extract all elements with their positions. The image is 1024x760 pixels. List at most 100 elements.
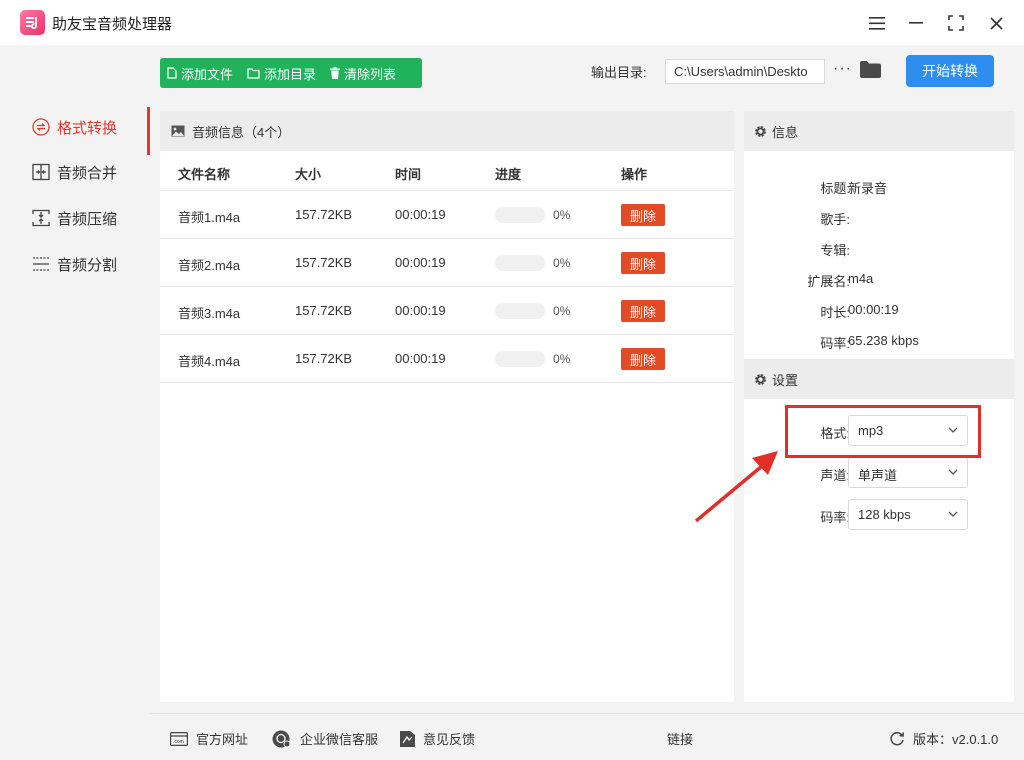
column-header-size: 大小 (295, 167, 322, 182)
svg-text:.com: .com (173, 739, 184, 745)
delete-button[interactable]: 删除 (621, 300, 665, 322)
start-convert-button[interactable]: 开始转换 (906, 55, 994, 87)
file-size-cell: 157.72KB (295, 255, 353, 270)
sidebar-item-label: 格式转换 (57, 119, 118, 137)
progress-text: 0% (553, 256, 571, 270)
sidebar-item-merge[interactable]: 音频合并 (0, 152, 150, 192)
file-name-cell: 音频2.m4a (178, 258, 241, 273)
maximize-icon[interactable] (945, 12, 967, 34)
link-text[interactable]: 链接 (667, 729, 693, 748)
file-size-cell: 157.72KB (295, 351, 353, 366)
gear-icon (755, 373, 766, 385)
progress-bar (495, 255, 545, 271)
app-logo-icon (20, 10, 45, 35)
file-time-cell: 00:00:19 (395, 351, 446, 366)
file-time-cell: 00:00:19 (395, 207, 446, 222)
app-title: 助友宝音频处理器 (52, 16, 173, 33)
table-row[interactable]: 音频1.m4a 157.72KB 00:00:19 0% 删除 (160, 191, 734, 239)
annotation-arrow-icon (694, 451, 778, 523)
clear-list-label: 清除列表 (344, 66, 397, 82)
sidebar-item-compress[interactable]: 音频压缩 (0, 198, 150, 238)
add-file-button[interactable]: 添加文件 (160, 58, 240, 88)
wechat-service-label: 企业微信客服 (300, 732, 379, 747)
minimize-icon[interactable] (905, 12, 927, 34)
table-header: 文件名称 大小 时间 进度 操作 (160, 151, 734, 191)
delete-button[interactable]: 删除 (621, 348, 665, 370)
delete-button[interactable]: 删除 (621, 204, 665, 226)
info-title: 信息 (772, 124, 799, 140)
info-field-key: 扩展名: (807, 274, 850, 289)
official-website-label: 官方网址 (196, 732, 249, 747)
image-icon (171, 125, 185, 137)
progress-text: 0% (553, 352, 571, 366)
channel-label: 声道: (820, 468, 850, 483)
progress-text: 0% (553, 304, 571, 318)
settings-section-header: 设置 (744, 359, 1014, 399)
settings-title: 设置 (772, 372, 799, 388)
folder-outline-icon (247, 67, 260, 79)
chevron-down-icon (948, 469, 958, 475)
file-actions-group: 添加文件 添加目录 清除列表 (160, 58, 422, 88)
column-header-progress: 进度 (495, 167, 522, 182)
info-field-key: 标题: (820, 181, 850, 196)
file-time-cell: 00:00:19 (395, 303, 446, 318)
clear-list-button[interactable]: 清除列表 (323, 58, 403, 88)
chevron-down-icon (948, 511, 958, 517)
split-icon (32, 255, 50, 273)
add-directory-button[interactable]: 添加目录 (240, 58, 323, 88)
column-header-action: 操作 (621, 167, 648, 182)
close-icon[interactable] (985, 12, 1007, 34)
sidebar-item-label: 音频压缩 (57, 210, 118, 228)
column-header-time: 时间 (395, 167, 422, 182)
file-size-cell: 157.72KB (295, 303, 353, 318)
sidebar-item-format-convert[interactable]: 格式转换 (0, 107, 150, 155)
version-info[interactable]: 版本：v2.0.1.0 (890, 729, 998, 748)
sidebar-item-split[interactable]: 音频分割 (0, 244, 150, 284)
info-section-header: 信息 (744, 111, 1014, 151)
website-icon: .com (170, 731, 188, 746)
info-field-key: 时长: (820, 305, 850, 320)
wechat-service-link[interactable]: 企业微信客服 (272, 729, 378, 748)
file-time-cell: 00:00:19 (395, 255, 446, 270)
feedback-label: 意见反馈 (423, 732, 476, 747)
info-field-key: 专辑: (820, 243, 850, 258)
file-size-cell: 157.72KB (295, 207, 353, 222)
file-list-panel: 音频信息（4个） 文件名称 大小 时间 进度 操作 音频1.m4a 157.72K… (160, 111, 734, 702)
table-row[interactable]: 音频2.m4a 157.72KB 00:00:19 0% 删除 (160, 239, 734, 287)
info-field-value: 新录音 (848, 181, 888, 196)
bitrate-select-value: 128 kbps (858, 507, 911, 522)
open-folder-icon[interactable] (860, 61, 881, 81)
info-field-key: 码率: (820, 336, 850, 351)
table-row[interactable]: 音频4.m4a 157.72KB 00:00:19 0% 删除 (160, 335, 734, 383)
progress-bar (495, 207, 545, 223)
feedback-link[interactable]: 意见反馈 (400, 729, 475, 748)
channel-select[interactable]: 单声道 (848, 457, 968, 488)
add-file-label: 添加文件 (181, 66, 234, 82)
compress-icon (32, 209, 50, 227)
menu-icon[interactable] (866, 12, 888, 34)
merge-icon (32, 163, 50, 181)
output-dir-input[interactable]: C:\Users\admin\Deskto (665, 59, 825, 84)
file-icon (167, 67, 177, 79)
sidebar-item-label: 音频合并 (57, 164, 118, 182)
title-bar: 助友宝音频处理器 (0, 0, 1024, 45)
progress-text: 0% (553, 208, 571, 222)
official-website-link[interactable]: .com 官方网址 (170, 729, 248, 748)
add-directory-label: 添加目录 (264, 66, 317, 82)
delete-button[interactable]: 删除 (621, 252, 665, 274)
link-label: 链接 (667, 732, 694, 747)
gear-icon (755, 125, 766, 137)
file-list-title: 音频信息（4个） (192, 124, 291, 140)
file-name-cell: 音频4.m4a (178, 354, 241, 369)
table-row[interactable]: 音频3.m4a 157.72KB 00:00:19 0% 删除 (160, 287, 734, 335)
info-field-key: 歌手: (820, 212, 850, 227)
info-field-value: 65.238 kbps (848, 333, 919, 348)
convert-icon (32, 118, 50, 136)
browse-more-button[interactable]: ··· (833, 60, 852, 78)
file-list-header: 音频信息（4个） (160, 111, 734, 151)
bitrate-select[interactable]: 128 kbps (848, 499, 968, 530)
output-dir-label: 输出目录: (591, 65, 647, 80)
progress-bar (495, 351, 545, 367)
format-highlight-box (785, 405, 981, 458)
file-name-cell: 音频1.m4a (178, 210, 241, 225)
